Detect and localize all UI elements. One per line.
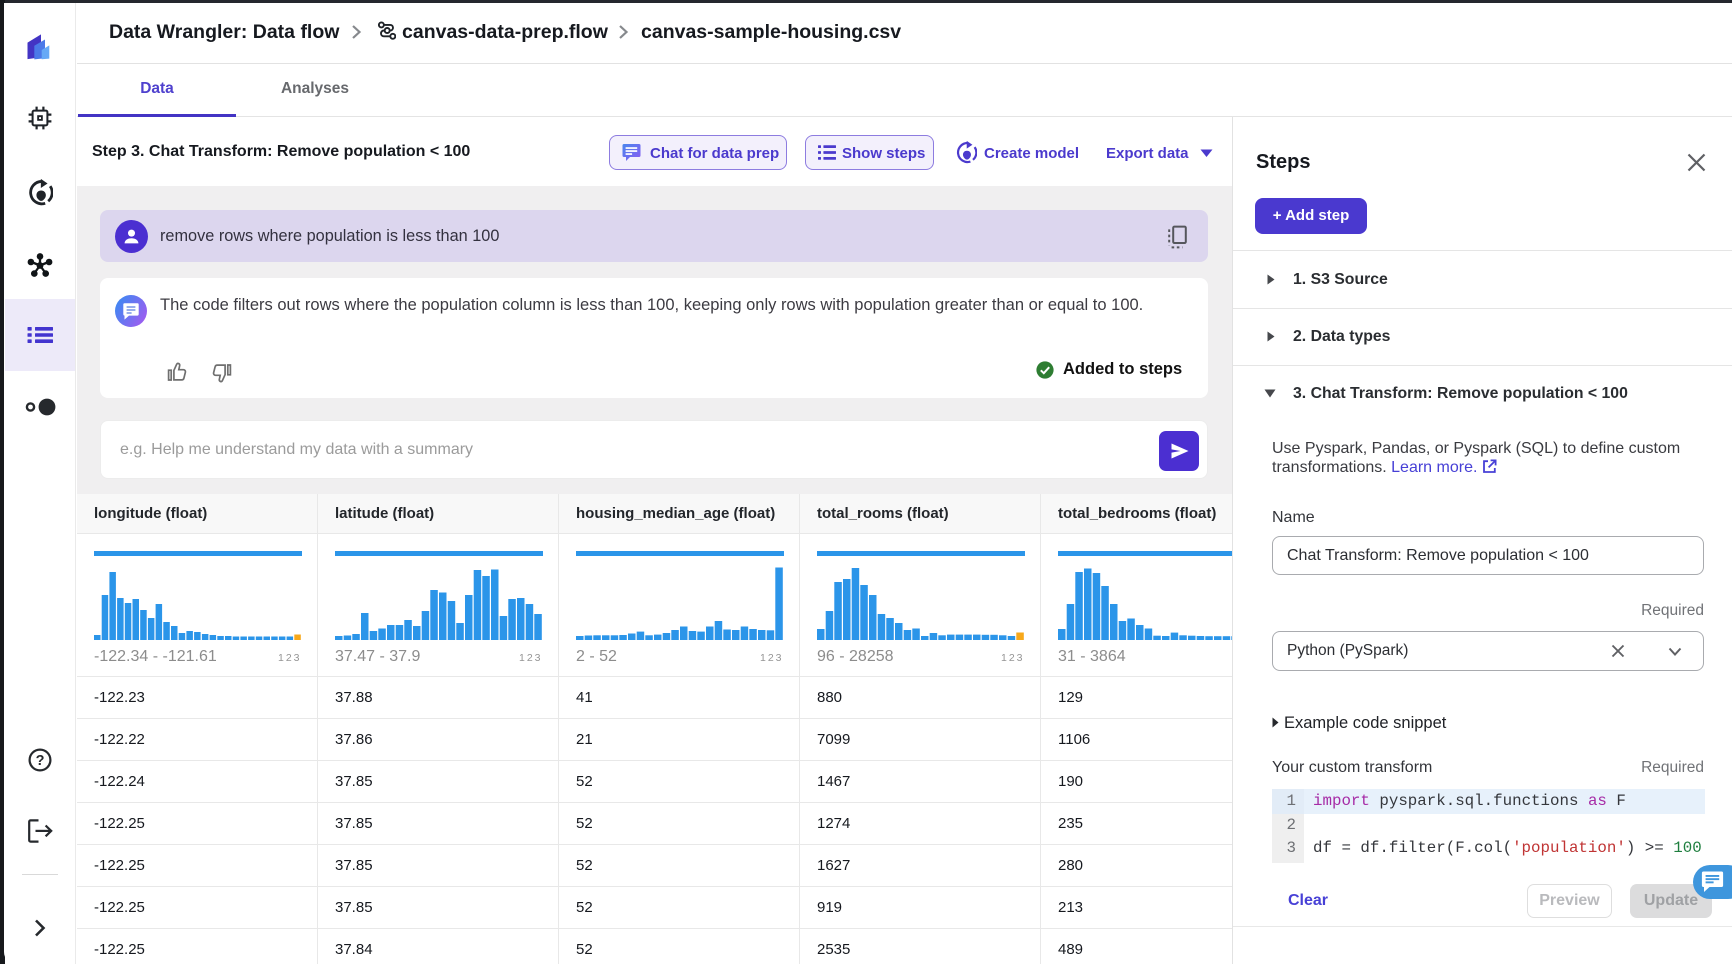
svg-text:?: ? <box>36 753 45 769</box>
